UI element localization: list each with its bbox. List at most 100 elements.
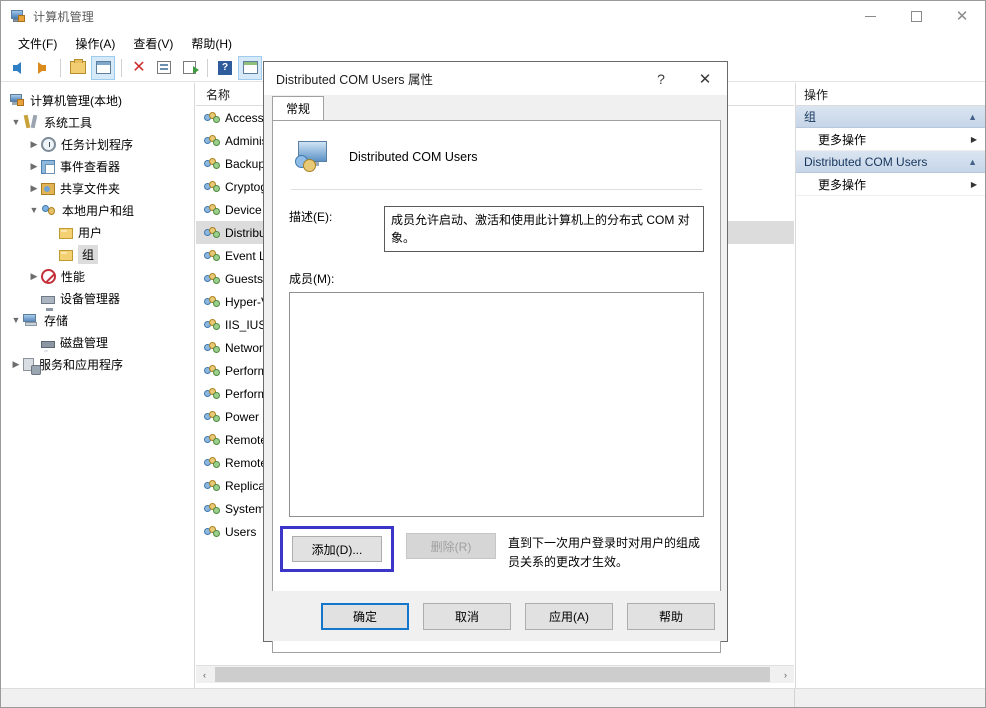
ok-button[interactable]: 确定 (321, 602, 409, 630)
shared-folders-icon (41, 183, 55, 195)
properties-icon[interactable] (152, 56, 176, 80)
remove-button: 删除(R) (406, 533, 496, 559)
actions-section-distributed-com-users[interactable]: Distributed COM Users ▲ (796, 151, 985, 173)
computer-icon (9, 92, 25, 108)
scrollbar-thumb[interactable] (215, 667, 770, 682)
group-icon (204, 156, 220, 172)
chevron-up-icon[interactable]: ▲ (968, 112, 977, 122)
actions-section-groups[interactable]: 组 ▲ (796, 106, 985, 128)
description-row: 描述(E): 成员允许启动、激活和使用此计算机上的分布式 COM 对象。 (289, 206, 704, 252)
actions-section-label: 组 (804, 110, 817, 124)
tree-item-label: 用户 (78, 225, 103, 240)
tree-item-shared-folders[interactable]: ▶ 共享文件夹 (1, 177, 194, 199)
group-icon (204, 524, 220, 540)
action-more-actions-dcom[interactable]: 更多操作 ▶ (796, 173, 985, 196)
member-buttons-row: 添加(D)... 删除(R) 直到下一次用户登录时对用户的组成员关系的更改才生效… (280, 526, 704, 572)
folder-icon (59, 250, 73, 261)
action-label: 更多操作 (818, 177, 867, 192)
performance-icon (41, 268, 56, 284)
menu-bar: 文件(F) 操作(A) 查看(V) 帮助(H) (1, 32, 985, 54)
group-icon (204, 179, 220, 195)
apply-button[interactable]: 应用(A) (525, 602, 613, 630)
scroll-left-icon[interactable]: ‹ (196, 666, 213, 683)
dialog-footer: 确定 取消 应用(A) 帮助 (264, 591, 727, 641)
group-properties-dialog: Distributed COM Users 属性 ? ✕ 常规 Distribu… (263, 61, 728, 653)
show-hide-action-pane-icon[interactable] (238, 55, 262, 80)
show-hide-tree-icon[interactable] (91, 55, 115, 80)
tab-general[interactable]: 常规 (272, 96, 324, 120)
storage-icon (23, 312, 39, 328)
action-more-actions-groups[interactable]: 更多操作 ▶ (796, 128, 985, 151)
toolbar-separator (60, 58, 61, 77)
tree-item-label: 共享文件夹 (60, 181, 121, 196)
computer-management-window: 计算机管理 ✕ 文件(F) 操作(A) 查看(V) 帮助(H) ✕ ? 计算机管… (0, 0, 986, 708)
close-button[interactable]: ✕ (939, 1, 985, 32)
scroll-right-icon[interactable]: › (777, 666, 794, 683)
dialog-close-button[interactable]: ✕ (683, 62, 727, 95)
delete-icon[interactable]: ✕ (127, 56, 151, 80)
scrollbar-track[interactable] (213, 666, 777, 683)
chevron-right-icon[interactable]: ▶ (9, 357, 23, 371)
menu-view[interactable]: 查看(V) (124, 33, 182, 54)
tree-item-system-tools[interactable]: ▼ 系统工具 (1, 111, 194, 133)
console-tree: 计算机管理(本地) ▼ 系统工具 ▶ 任务计划程序 ▶ 事件查看器 ▶ 共享文件… (1, 83, 194, 375)
tree-item-local-users-groups[interactable]: ▼ 本地用户和组 (1, 199, 194, 221)
chevron-right-icon[interactable]: ▶ (27, 269, 41, 283)
tree-item-label: 系统工具 (44, 115, 93, 130)
menu-file[interactable]: 文件(F) (9, 33, 66, 54)
group-icon (204, 363, 220, 379)
tree-item-storage[interactable]: ▼ 存储 (1, 309, 194, 331)
cancel-button[interactable]: 取消 (423, 602, 511, 630)
dialog-help-text-button[interactable]: 帮助 (627, 602, 715, 630)
tree-item-groups[interactable]: 组 (1, 243, 194, 265)
horizontal-scrollbar[interactable]: ‹ › (196, 665, 794, 683)
clock-icon (41, 136, 56, 152)
tree-item-disk-management[interactable]: 磁盘管理 (1, 331, 194, 353)
window-title: 计算机管理 (33, 10, 95, 24)
actions-pane-header: 操作 (796, 83, 985, 106)
tree-item-label: 设备管理器 (60, 291, 121, 306)
dialog-help-button[interactable]: ? (639, 62, 683, 95)
actions-pane: 操作 组 ▲ 更多操作 ▶ Distributed COM Users ▲ 更多… (795, 83, 985, 688)
chevron-down-icon[interactable]: ▼ (9, 313, 23, 327)
chevron-right-icon[interactable]: ▶ (27, 181, 41, 195)
chevron-down-icon[interactable]: ▼ (9, 115, 23, 129)
menu-action[interactable]: 操作(A) (66, 33, 124, 54)
tree-item-root[interactable]: 计算机管理(本地) (1, 89, 194, 111)
chevron-up-icon[interactable]: ▲ (968, 157, 977, 167)
add-button[interactable]: 添加(D)... (292, 536, 382, 562)
tree-item-label: 存储 (44, 313, 69, 328)
tree-item-device-manager[interactable]: 设备管理器 (1, 287, 194, 311)
help-icon[interactable]: ? (213, 56, 237, 80)
tree-item-event-viewer[interactable]: ▶ 事件查看器 (1, 155, 194, 177)
console-tree-pane: 计算机管理(本地) ▼ 系统工具 ▶ 任务计划程序 ▶ 事件查看器 ▶ 共享文件… (1, 83, 195, 688)
window-controls: ✕ (847, 1, 985, 32)
tree-item-label: 本地用户和组 (62, 203, 135, 218)
tree-item-task-scheduler[interactable]: ▶ 任务计划程序 (1, 133, 194, 155)
maximize-button[interactable] (893, 1, 939, 32)
actions-section-label: Distributed COM Users (804, 154, 928, 169)
members-list[interactable] (289, 292, 704, 517)
dialog-title-buttons: ? ✕ (639, 62, 727, 95)
chevron-right-icon[interactable]: ▶ (27, 137, 41, 151)
tree-item-performance[interactable]: ▶ 性能 (1, 265, 194, 287)
forward-icon[interactable] (30, 56, 54, 80)
device-manager-icon (41, 296, 55, 311)
group-header: Distributed COM Users (289, 135, 704, 179)
add-button-highlight: 添加(D)... (280, 526, 394, 572)
menu-help[interactable]: 帮助(H) (182, 33, 241, 54)
description-field[interactable]: 成员允许启动、激活和使用此计算机上的分布式 COM 对象。 (384, 206, 704, 252)
up-folder-icon[interactable] (66, 56, 90, 80)
computer-management-icon (10, 9, 26, 25)
status-divider (794, 689, 795, 707)
minimize-button[interactable] (847, 1, 893, 32)
back-icon[interactable] (5, 56, 29, 80)
tree-item-services-applications[interactable]: ▶ 服务和应用程序 (1, 353, 194, 375)
group-icon (204, 386, 220, 402)
chevron-right-icon[interactable]: ▶ (27, 159, 41, 173)
group-icon (204, 501, 220, 517)
chevron-down-icon[interactable]: ▼ (27, 203, 41, 217)
tree-item-users[interactable]: 用户 (1, 221, 194, 243)
export-list-icon[interactable] (177, 56, 201, 80)
group-icon (204, 133, 220, 149)
